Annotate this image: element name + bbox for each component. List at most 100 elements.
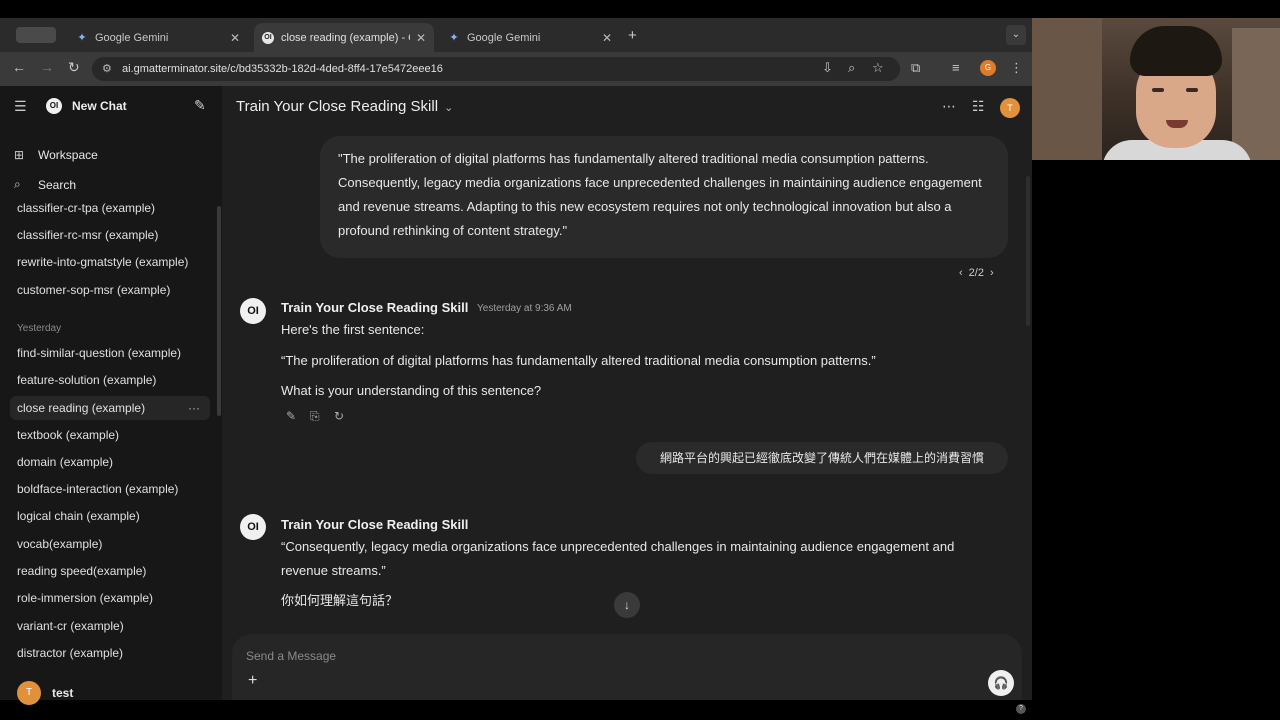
close-icon[interactable]: ✕ bbox=[230, 31, 240, 45]
regenerate-icon[interactable]: ↻ bbox=[334, 409, 344, 423]
sidebar-search[interactable]: ⌕ Search bbox=[14, 177, 76, 192]
message-text: Here's the first sentence: bbox=[281, 322, 425, 337]
close-icon[interactable]: ✕ bbox=[602, 31, 612, 45]
voice-mode-headphones-icon[interactable]: 🎧 bbox=[988, 670, 1014, 696]
bot-avatar: OI bbox=[240, 298, 266, 324]
user-name[interactable]: test bbox=[52, 686, 73, 700]
forward-arrow-icon[interactable]: → bbox=[40, 59, 54, 75]
webcam-background bbox=[1232, 28, 1280, 160]
tab-close-reading[interactable]: OI close reading (example) - GM ✕ bbox=[254, 23, 434, 52]
sidebar-toggle-icon[interactable]: ☰ bbox=[14, 98, 27, 115]
browser-menu-icon[interactable]: ⋮ bbox=[1010, 60, 1023, 76]
message-input[interactable] bbox=[246, 646, 846, 666]
browser-toolbar: ← → ↻ ⚙ ai.gmatterminator.site/c/bd35332… bbox=[0, 52, 1032, 86]
bot-name: Train Your Close Reading Skill bbox=[281, 517, 469, 532]
new-chat-link[interactable]: New Chat bbox=[72, 99, 127, 113]
tab-label: close reading (example) - GM bbox=[281, 31, 410, 44]
bot-name: Train Your Close Reading Skill bbox=[281, 300, 469, 315]
gemini-sparkle-icon: ✦ bbox=[77, 32, 87, 44]
help-button[interactable]: ? bbox=[1016, 704, 1026, 714]
message-quote-cont: revenue streams.” bbox=[281, 563, 386, 578]
chat-item[interactable]: distractor (example) bbox=[10, 641, 210, 665]
chat-item[interactable]: classifier-cr-tpa (example) bbox=[10, 196, 210, 220]
message-question: What is your understanding of this sente… bbox=[281, 383, 542, 398]
chat-main: Train Your Close Reading Skill ⌄ ⋯ ☷ T "T… bbox=[222, 86, 1032, 714]
chat-item[interactable]: find-similar-question (example) bbox=[10, 341, 210, 365]
chat-item[interactable]: rewrite-into-gmatstyle (example) bbox=[10, 250, 210, 274]
openwebui-logo-icon: OI bbox=[262, 31, 274, 44]
copy-clipboard-icon[interactable]: ⎘ bbox=[310, 409, 320, 424]
chat-scrollbar[interactable] bbox=[1026, 176, 1030, 326]
media-controls-icon[interactable]: ≡ bbox=[952, 60, 960, 75]
tab-gemini-2[interactable]: ✦ Google Gemini ✕ bbox=[440, 23, 620, 52]
sidebar-scrollbar[interactable] bbox=[217, 206, 221, 416]
openwebui-logo-icon: OI bbox=[46, 98, 62, 114]
address-bar[interactable]: ⚙ ai.gmatterminator.site/c/bd35332b-182d… bbox=[92, 57, 900, 81]
tab-label: Google Gemini bbox=[95, 31, 169, 44]
search-icon: ⌕ bbox=[14, 177, 21, 191]
sidebar: ☰ OI New Chat ✎ ⊞ Workspace ⌕ Search cla… bbox=[0, 86, 222, 705]
url-text: ai.gmatterminator.site/c/bd35332b-182d-4… bbox=[122, 63, 443, 75]
chat-item[interactable]: boldface-interaction (example) bbox=[10, 477, 210, 501]
chevron-left-icon[interactable]: ‹ bbox=[959, 267, 963, 279]
model-title: Train Your Close Reading Skill bbox=[236, 98, 439, 115]
controls-sliders-icon[interactable]: ☷ bbox=[972, 98, 985, 115]
bot-avatar: OI bbox=[240, 514, 266, 540]
back-arrow-icon[interactable]: ← bbox=[12, 59, 26, 75]
extensions-puzzle-icon[interactable]: ⧉ bbox=[911, 60, 920, 76]
user-reply-bubble: 網路平台的興起已經徹底改變了傳統人們在媒體上的消費習慣 bbox=[636, 442, 1008, 474]
close-icon[interactable]: ✕ bbox=[416, 31, 426, 45]
user-avatar[interactable]: T bbox=[1000, 98, 1020, 118]
webcam-overlay bbox=[1032, 18, 1280, 160]
chat-item[interactable]: reading speed(example) bbox=[10, 559, 210, 583]
chat-item-selected[interactable]: close reading (example) ··· bbox=[10, 396, 210, 420]
tab-label: Google Gemini bbox=[467, 31, 541, 44]
gemini-sparkle-icon: ✦ bbox=[449, 32, 459, 44]
edit-pencil-icon[interactable]: ✎ bbox=[286, 409, 296, 423]
new-tab-button[interactable]: + bbox=[628, 27, 637, 44]
chat-item-label: close reading (example) bbox=[17, 401, 146, 415]
tab-search-chevron-icon[interactable]: ⌄ bbox=[1006, 25, 1026, 45]
model-selector[interactable]: Train Your Close Reading Skill ⌄ bbox=[236, 98, 453, 115]
section-yesterday: Yesterday bbox=[17, 323, 62, 334]
chat-item[interactable]: domain (example) bbox=[10, 450, 210, 474]
user-avatar[interactable]: T bbox=[17, 681, 41, 705]
site-settings-icon[interactable]: ⚙ bbox=[102, 57, 112, 81]
chat-item[interactable]: textbook (example) bbox=[10, 423, 210, 447]
tab-group-chip[interactable] bbox=[16, 27, 56, 43]
browser-profile-avatar[interactable]: G bbox=[980, 60, 996, 76]
zoom-icon[interactable]: ⌕ bbox=[848, 60, 855, 76]
webcam-person-eye bbox=[1186, 88, 1198, 92]
message-timestamp: Yesterday at 9:36 AM bbox=[477, 303, 572, 314]
chat-item[interactable]: role-immersion (example) bbox=[10, 586, 210, 610]
webcam-person-eye bbox=[1152, 88, 1164, 92]
message-quote: “Consequently, legacy media organization… bbox=[281, 539, 955, 554]
workspace-grid-icon: ⊞ bbox=[14, 148, 25, 162]
tab-gemini-1[interactable]: ✦ Google Gemini ✕ bbox=[68, 23, 248, 52]
message-composer: + 🎧 bbox=[232, 634, 1022, 700]
scroll-to-bottom-button[interactable]: ↓ bbox=[614, 592, 640, 618]
sidebar-header: ☰ OI New Chat ✎ bbox=[0, 86, 222, 118]
more-options-icon[interactable]: ⋯ bbox=[942, 98, 956, 115]
new-chat-edit-icon[interactable]: ✎ bbox=[194, 97, 206, 114]
chevron-right-icon[interactable]: › bbox=[990, 267, 994, 279]
install-app-icon[interactable]: ⇩ bbox=[822, 60, 833, 76]
sidebar-workspace[interactable]: ⊞ Workspace bbox=[14, 148, 98, 162]
response-pager: ‹ 2/2 › bbox=[956, 267, 997, 279]
reload-icon[interactable]: ↻ bbox=[68, 59, 80, 76]
message-quote: “The proliferation of digital platforms … bbox=[281, 353, 876, 368]
chat-item[interactable]: customer-sop-msr (example) bbox=[10, 278, 210, 302]
message-question: 你如何理解這句話？ bbox=[281, 593, 399, 608]
sidebar-search-label: Search bbox=[38, 177, 77, 192]
more-options-icon[interactable]: ··· bbox=[188, 396, 200, 420]
add-attachment-button[interactable]: + bbox=[248, 672, 257, 690]
bookmark-star-icon[interactable]: ☆ bbox=[872, 60, 884, 76]
sidebar-workspace-label: Workspace bbox=[38, 148, 98, 162]
chat-item[interactable]: classifier-rc-msr (example) bbox=[10, 223, 210, 247]
pager-count: 2/2 bbox=[968, 267, 984, 279]
chat-item[interactable]: variant-cr (example) bbox=[10, 614, 210, 638]
chat-item[interactable]: vocab(example) bbox=[10, 532, 210, 556]
user-message-bubble: "The proliferation of digital platforms … bbox=[320, 136, 1008, 258]
chat-item[interactable]: feature-solution (example) bbox=[10, 368, 210, 392]
chat-item[interactable]: logical chain (example) bbox=[10, 504, 210, 528]
